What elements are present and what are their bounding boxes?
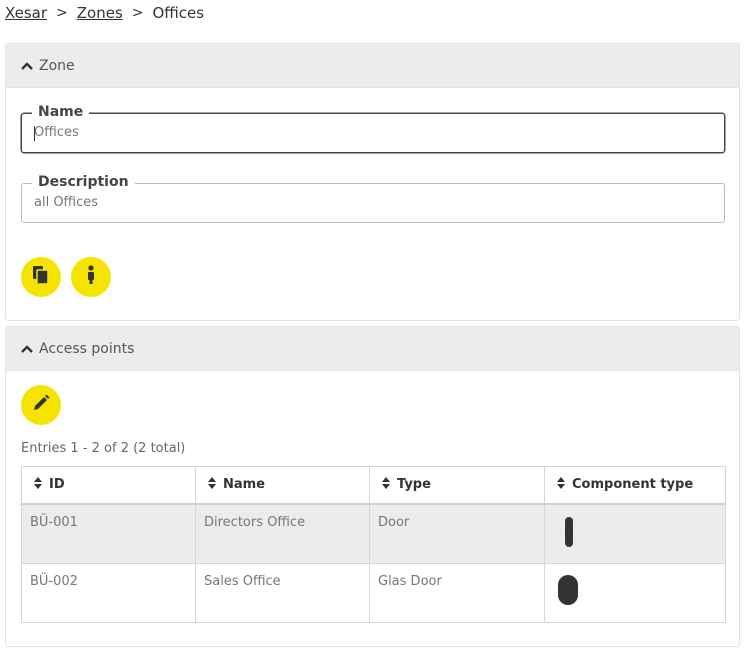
cell-name: Directors Office [195,503,370,564]
info-button[interactable] [71,257,111,297]
table-header-row: ID Name Type Component type [21,466,726,505]
cell-component-type [544,563,726,623]
access-points-panel-header[interactable]: Access points [6,327,739,371]
column-header-label: ID [49,477,65,492]
breadcrumb-link-xesar[interactable]: Xesar [5,4,47,22]
cell-type: Glas Door [369,563,545,623]
copy-button[interactable] [21,257,61,297]
entries-count: Entries 1 - 2 of 2 (2 total) [21,441,186,456]
description-input[interactable] [34,195,694,210]
cylinder-icon [553,575,579,612]
chevron-right-icon: > [131,5,144,21]
column-header-label: Type [397,477,431,492]
pencil-icon [32,394,50,416]
chevron-right-icon: > [56,5,68,21]
table-row[interactable]: BÜ-002 Sales Office Glas Door [21,563,726,623]
column-header-name[interactable]: Name [195,466,370,505]
zone-panel: Zone Name Description [5,43,740,321]
name-input[interactable] [34,125,694,140]
zone-panel-header[interactable]: Zone [6,44,739,88]
wall-reader-icon [553,517,575,553]
edit-button[interactable] [21,385,61,425]
sort-icon [34,477,43,493]
access-points-table: ID Name Type Component type BÜ-001 Direc… [21,466,726,623]
access-points-panel: Access points Entries 1 - 2 of 2 (2 tota… [5,326,740,647]
sort-icon [382,477,391,493]
cell-name: Sales Office [195,563,370,623]
description-field[interactable]: Description [21,174,725,223]
info-icon [86,265,96,289]
access-points-panel-title: Access points [39,340,135,357]
cell-id: BÜ-001 [21,503,196,564]
cell-type: Door [369,503,545,564]
breadcrumb-link-zones[interactable]: Zones [77,4,123,22]
breadcrumb-current: Offices [152,4,205,22]
breadcrumb: Xesar > Zones > Offices [5,3,204,23]
chevron-up-icon [21,344,33,353]
chevron-up-icon [21,61,33,70]
sort-icon [557,477,566,493]
column-header-id[interactable]: ID [21,466,196,505]
column-header-label: Component type [572,477,694,492]
cell-id: BÜ-002 [21,563,196,623]
column-header-component-type[interactable]: Component type [544,466,726,505]
zone-panel-title: Zone [39,57,75,74]
copy-icon [32,265,50,289]
name-field-label: Name [32,104,90,120]
column-header-label: Name [223,477,266,492]
cell-component-type [544,503,726,564]
name-field[interactable]: Name [21,104,725,153]
column-header-type[interactable]: Type [369,466,545,505]
sort-icon [208,477,217,493]
description-field-label: Description [32,174,135,190]
table-row[interactable]: BÜ-001 Directors Office Door [21,503,726,564]
